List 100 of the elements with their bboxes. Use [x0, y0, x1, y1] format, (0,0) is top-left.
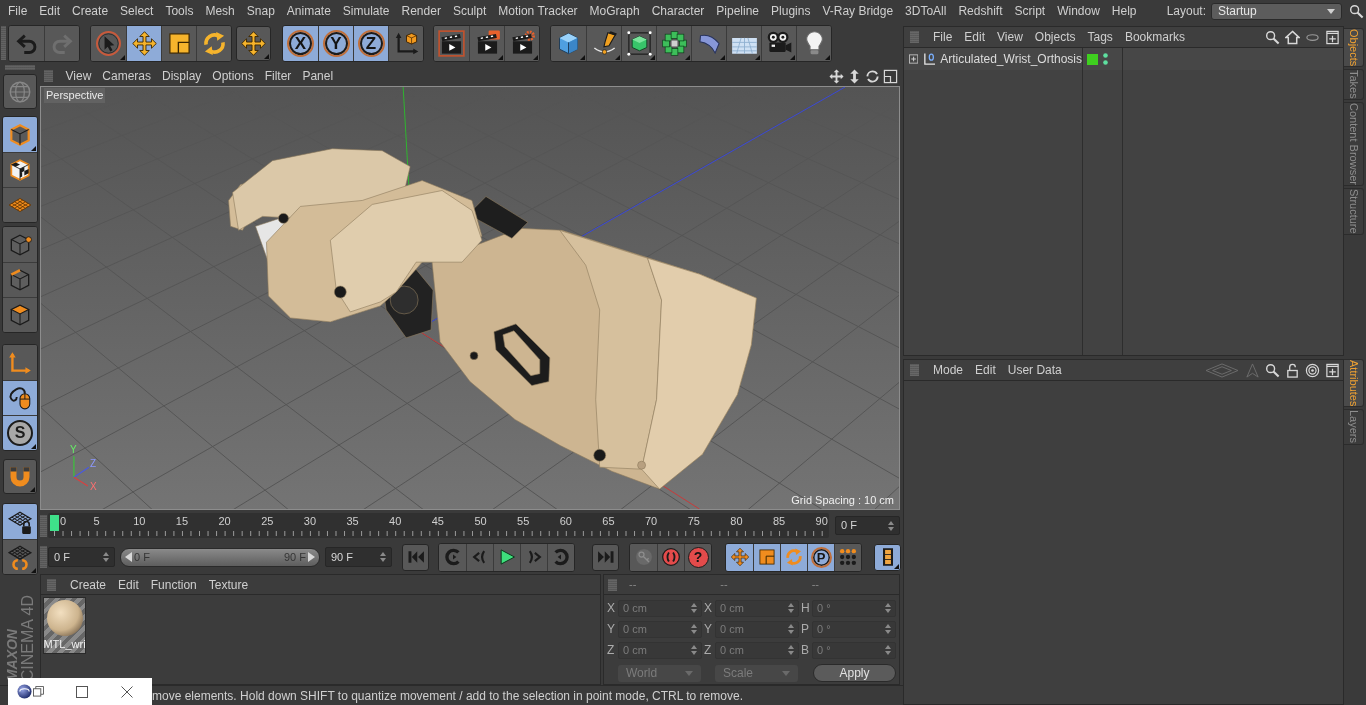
key-parameter-button[interactable]: P — [807, 543, 834, 571]
spinner-icon[interactable] — [788, 603, 794, 613]
menu-item[interactable]: Function — [144, 575, 203, 594]
axis-lock-button[interactable]: Z — [353, 25, 388, 61]
polygons-mode-button[interactable] — [3, 297, 37, 332]
menu-item[interactable]: Edit — [969, 361, 1002, 379]
help-button[interactable]: ? — [684, 543, 711, 571]
menu-item[interactable]: Filter — [259, 67, 297, 85]
timeline-button[interactable] — [874, 543, 901, 571]
next-key-button[interactable] — [547, 543, 574, 571]
menu-item[interactable]: Window — [1051, 0, 1106, 22]
playhead-marker[interactable] — [50, 515, 59, 531]
light-button[interactable] — [796, 25, 831, 61]
unlock-icon[interactable] — [1285, 362, 1300, 378]
menu-item[interactable]: View — [991, 28, 1029, 46]
spinner-icon[interactable] — [885, 645, 891, 655]
menu-item[interactable]: Edit — [33, 0, 67, 22]
key-scale-button[interactable] — [753, 543, 780, 571]
menu-item[interactable]: Plugins — [765, 0, 817, 22]
menu-item[interactable]: Motion Tracker — [492, 0, 584, 22]
menu-item[interactable]: Help — [1105, 0, 1143, 22]
menu-item[interactable]: Redshift — [952, 0, 1009, 22]
key-position-button[interactable] — [726, 543, 753, 571]
menu-item[interactable]: Script — [1008, 0, 1052, 22]
apply-button[interactable]: Apply — [813, 664, 896, 682]
menu-item[interactable]: Render — [395, 0, 447, 22]
vertical-arrows-icon[interactable] — [847, 68, 862, 84]
cube-object-button[interactable] — [551, 25, 586, 61]
menu-item[interactable]: Mesh — [199, 0, 241, 22]
render-settings-button[interactable] — [504, 25, 539, 61]
menu-item[interactable]: Snap — [240, 0, 281, 22]
spinner-icon[interactable] — [885, 603, 891, 613]
floor-button[interactable] — [726, 25, 761, 61]
spinner-icon[interactable] — [691, 603, 697, 613]
menu-item[interactable]: Create — [66, 0, 115, 22]
menu-item[interactable]: Tags — [1081, 28, 1119, 46]
camera-button[interactable] — [761, 25, 796, 61]
material-tile[interactable]: MTL_wri — [43, 597, 86, 654]
spinner-icon[interactable] — [691, 645, 697, 655]
spinner-icon[interactable] — [691, 624, 697, 634]
search-icon[interactable] — [1265, 362, 1280, 378]
menu-item[interactable]: Pipeline — [710, 0, 766, 22]
menu-item[interactable]: Options — [206, 67, 260, 85]
target-icon[interactable] — [1305, 362, 1320, 378]
menu-item[interactable]: Sculpt — [446, 0, 493, 22]
end-frame-field[interactable]: 90 F — [325, 547, 392, 567]
restore-icon[interactable] — [33, 686, 44, 697]
menu-item[interactable]: Animate — [280, 0, 337, 22]
axis-lock-button[interactable]: Y — [318, 25, 353, 61]
magnet-button[interactable] — [3, 459, 37, 494]
menu-item[interactable]: Objects — [1028, 28, 1082, 46]
snap-button[interactable]: S — [3, 415, 37, 450]
menu-item[interactable]: Tools — [159, 0, 200, 22]
key-rotation-button[interactable] — [780, 543, 807, 571]
deformer-button[interactable] — [691, 25, 726, 61]
window-layout-icon[interactable] — [883, 68, 898, 84]
spinner-icon[interactable] — [788, 624, 794, 634]
selection-tool-button[interactable] — [91, 25, 126, 61]
maximize-icon[interactable] — [76, 685, 88, 698]
axis-lock-button[interactable]: X — [283, 25, 318, 61]
menu-item[interactable]: Texture — [202, 575, 255, 594]
rotate-tool-button[interactable] — [196, 25, 231, 61]
menu-item[interactable]: File — [927, 28, 959, 46]
new-panel-icon[interactable] — [1325, 29, 1340, 45]
spinner-icon[interactable] — [380, 552, 386, 562]
coordinate-system-button[interactable] — [388, 25, 423, 61]
menu-item[interactable]: Display — [156, 67, 207, 85]
close-icon[interactable] — [121, 685, 133, 698]
viewport-canvas[interactable]: Perspective Y Z X Grid Spacing : 10 cm — [40, 86, 900, 510]
menu-item[interactable]: Cameras — [96, 67, 157, 85]
start-frame-field[interactable]: 0 F — [48, 547, 115, 567]
camera-label[interactable]: Perspective — [44, 88, 106, 103]
tweak-mode-button[interactable] — [3, 380, 37, 415]
render-viewer-button[interactable] — [469, 25, 504, 61]
menu-item[interactable]: Select — [114, 0, 160, 22]
menu-item[interactable]: Mode — [927, 361, 970, 379]
menu-item[interactable]: V-Ray Bridge — [816, 0, 900, 22]
subdivision-button[interactable] — [621, 25, 656, 61]
menu-item[interactable]: 3DToAll — [899, 0, 953, 22]
move-tool-button[interactable] — [126, 25, 161, 61]
menu-item[interactable]: Edit — [958, 28, 992, 46]
object-row[interactable]: Articulated_Wrist_Orthosis — [904, 48, 1343, 70]
go-to-end-button[interactable] — [592, 543, 619, 571]
pen-tool-button[interactable] — [586, 25, 621, 61]
status-square-icon[interactable] — [1087, 53, 1098, 65]
search-icon[interactable] — [1265, 29, 1280, 45]
spinner-icon[interactable] — [103, 552, 109, 562]
menu-item[interactable]: MoGraph — [583, 0, 646, 22]
home-icon[interactable] — [1285, 29, 1300, 45]
menu-item[interactable]: File — [2, 0, 34, 22]
transform-tools-button[interactable] — [236, 25, 271, 61]
spinner-icon[interactable] — [885, 624, 891, 634]
layout-dropdown[interactable]: Startup — [1211, 2, 1342, 20]
timeline-ruler[interactable]: 0 5 10 15 20 25 30 35 40 45 50 55 60 65 70 75 80 85 90 — [48, 513, 829, 538]
menu-item[interactable]: Bookmarks — [1118, 28, 1191, 46]
menu-item[interactable]: User Data — [1001, 361, 1068, 379]
menu-item[interactable]: Create — [64, 575, 113, 594]
menu-item[interactable]: Panel — [296, 67, 339, 85]
go-to-start-button[interactable] — [402, 543, 429, 571]
spinner-icon[interactable] — [788, 645, 794, 655]
